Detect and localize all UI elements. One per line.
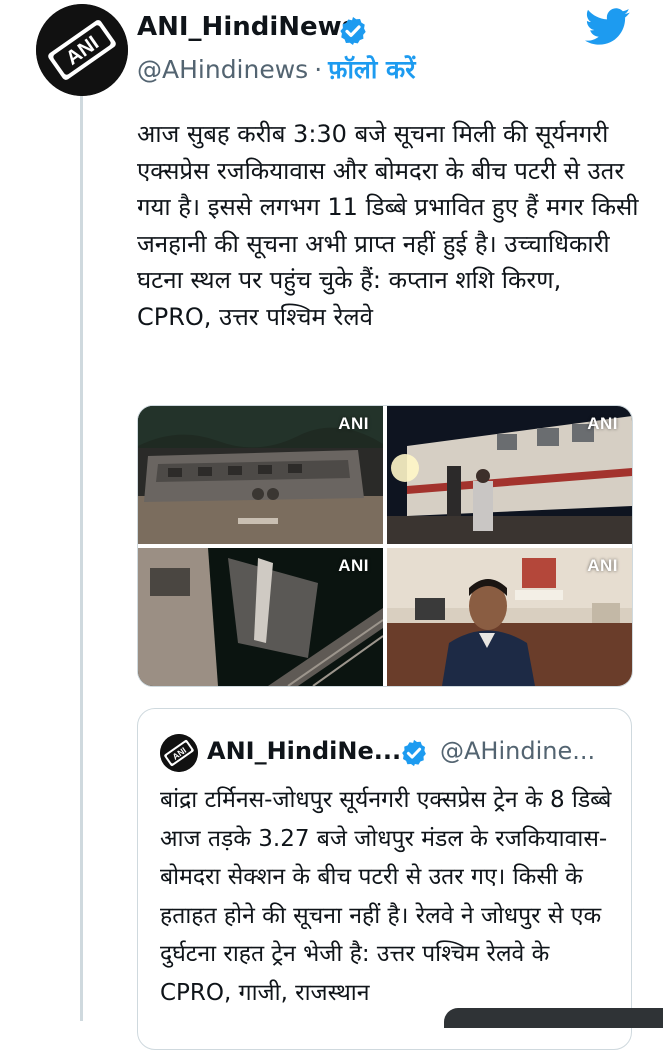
thread-line	[80, 96, 83, 1021]
tweet-header: ANI ANI_HindiNews @AHindinews · फ़ॉलो करें	[0, 0, 663, 96]
photo-official-office[interactable]: ANI	[387, 548, 632, 686]
author-avatar[interactable]: ANI	[36, 4, 128, 96]
ani-watermark: ANI	[338, 556, 369, 575]
follow-button[interactable]: फ़ॉलो करें	[328, 55, 415, 84]
author-name[interactable]: ANI_HindiNews	[137, 12, 357, 42]
quoted-author-avatar: ANI	[160, 734, 198, 772]
photo-derailed-coaches[interactable]: ANI	[138, 406, 383, 544]
media-grid: ANI ANI ANI ANI	[137, 405, 633, 687]
quoted-tweet-card[interactable]: ANI ANI_HindiNe... @AHindine... बांद्रा …	[137, 708, 632, 1050]
twitter-bird-icon[interactable]	[585, 8, 631, 46]
quoted-author-handle: @AHindine...	[440, 737, 596, 765]
ani-watermark: ANI	[338, 414, 369, 433]
separator-dot: ·	[314, 55, 323, 84]
bottom-overlay-bar	[444, 1008, 663, 1028]
quoted-tweet-text: बांद्रा टर्मिनस-जोधपुर सूर्यनगरी एक्सप्र…	[160, 787, 612, 1006]
quoted-author-name: ANI_HindiNe...	[207, 737, 402, 765]
handle-row: @AHindinews · फ़ॉलो करें	[137, 52, 415, 86]
ani-watermark: ANI	[587, 414, 618, 433]
verified-badge-icon	[402, 739, 426, 767]
ani-watermark: ANI	[587, 556, 618, 575]
photo-people-beside-train[interactable]: ANI	[387, 406, 632, 544]
verified-badge-icon	[340, 17, 366, 45]
ani-logo-icon: ANI	[36, 4, 128, 96]
ani-logo-icon: ANI	[160, 734, 198, 772]
author-handle[interactable]: @AHindinews	[137, 55, 308, 84]
photo-tilted-coach[interactable]: ANI	[138, 548, 383, 686]
tweet-text: आज सुबह करीब 3:30 बजे सूचना मिली की सूर्…	[137, 120, 639, 331]
